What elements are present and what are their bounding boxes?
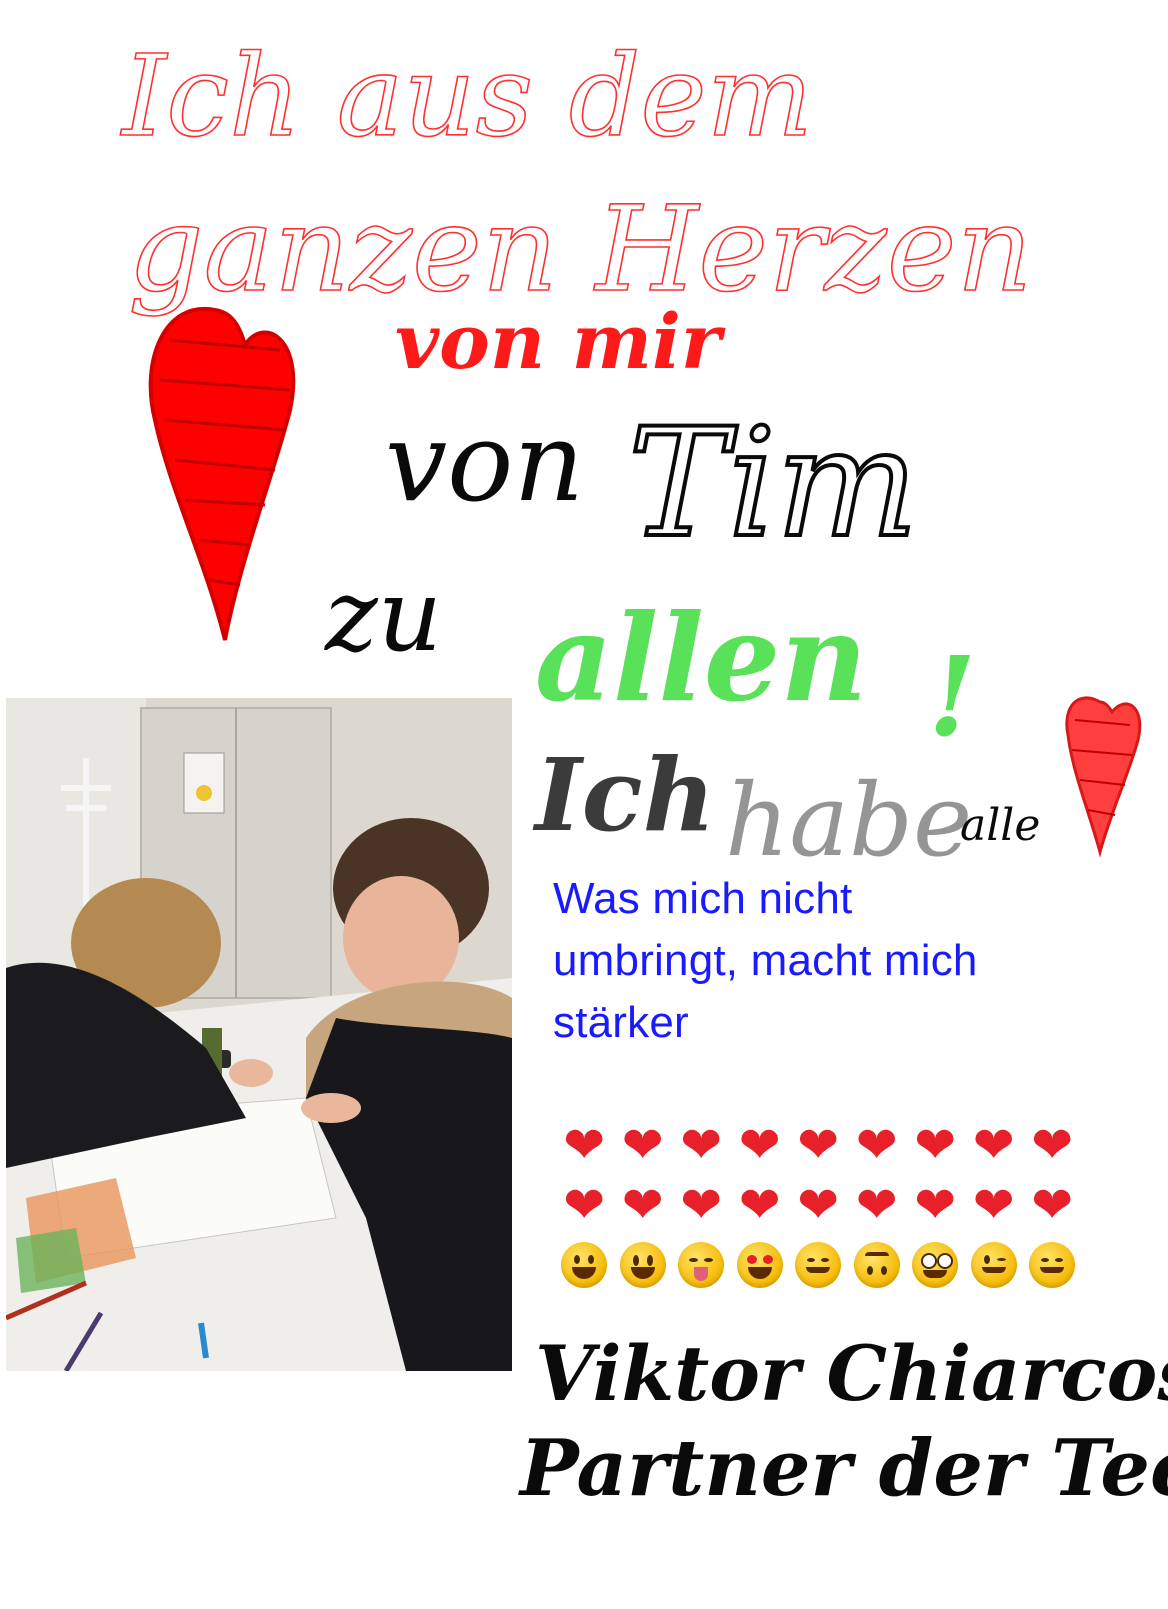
signature-layer: Viktor Chiarcos Partner der Technik bbox=[518, 1329, 1168, 1514]
signature-role: Partner der Technik bbox=[518, 1423, 1168, 1514]
drawing-canvas: Ich aus dem ganzen Herzen von mir von Ti… bbox=[0, 0, 1168, 1609]
signature-name: Viktor Chiarcos bbox=[535, 1329, 1168, 1418]
